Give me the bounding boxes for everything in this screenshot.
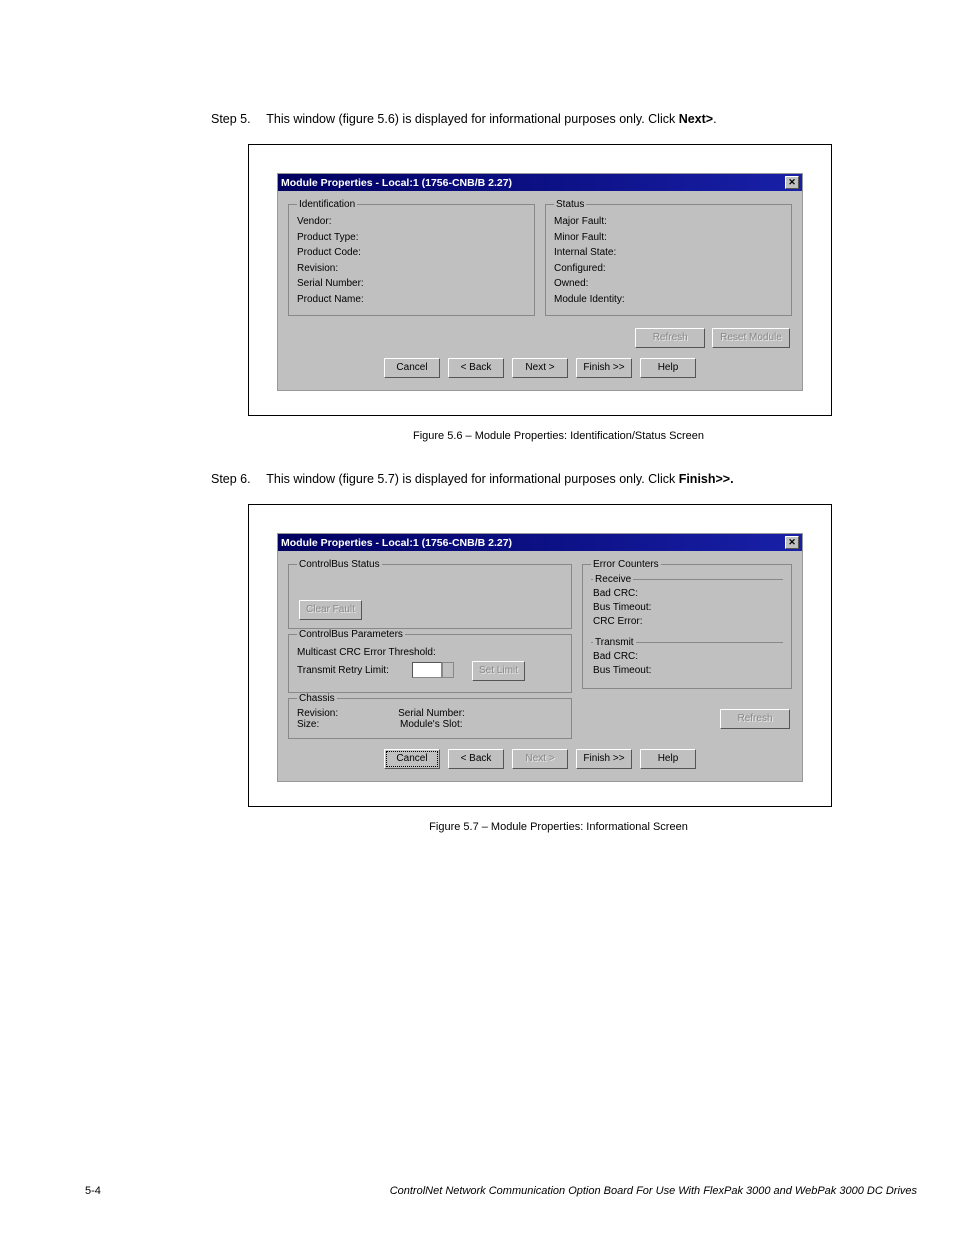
finish-button[interactable]: Finish >> bbox=[576, 358, 632, 378]
error-counters-legend: Error Counters bbox=[591, 559, 661, 570]
tx-bad-crc-label: Bad CRC: bbox=[593, 650, 781, 664]
wizard-button-row: Cancel < Back Next > Finish >> Help bbox=[288, 739, 792, 771]
error-counters-group: Error Counters Receive Bad CRC: Bus Time… bbox=[582, 559, 792, 689]
help-button[interactable]: Help bbox=[640, 749, 696, 769]
status-group: Status Major Fault: Minor Fault: Interna… bbox=[545, 199, 792, 316]
controlbus-status-group: ControlBus Status Clear Fault bbox=[288, 559, 572, 629]
configured-label: Configured: bbox=[554, 261, 783, 277]
close-icon[interactable]: ✕ bbox=[785, 536, 799, 549]
product-name-label: Product Name: bbox=[297, 292, 526, 308]
transmit-group: Transmit Bad CRC: Bus Timeout: bbox=[591, 637, 783, 684]
chassis-legend: Chassis bbox=[297, 693, 337, 704]
page-footer: 5-4 ControlNet Network Communication Opt… bbox=[85, 1185, 917, 1197]
controlbus-parameters-legend: ControlBus Parameters bbox=[297, 629, 405, 640]
minor-fault-label: Minor Fault: bbox=[554, 230, 783, 246]
product-code-label: Product Code: bbox=[297, 245, 526, 261]
window-title: Module Properties - Local:1 (1756-CNB/B … bbox=[281, 537, 512, 549]
chassis-slot-label: Module's Slot: bbox=[400, 719, 463, 730]
rx-bad-crc-label: Bad CRC: bbox=[593, 587, 781, 601]
chassis-size-label: Size: bbox=[297, 719, 340, 730]
chassis-group: Chassis Revision: Serial Number: Size: M… bbox=[288, 693, 572, 739]
receive-legend: Receive bbox=[593, 574, 633, 585]
chassis-serial-label: Serial Number: bbox=[398, 708, 465, 719]
back-button[interactable]: < Back bbox=[448, 358, 504, 378]
figure-5-7-frame: Module Properties - Local:1 (1756-CNB/B … bbox=[248, 504, 832, 807]
cancel-button[interactable]: Cancel bbox=[384, 749, 440, 769]
controlbus-parameters-group: ControlBus Parameters Multicast CRC Erro… bbox=[288, 629, 572, 693]
internal-state-label: Internal State: bbox=[554, 245, 783, 261]
status-legend: Status bbox=[554, 199, 586, 210]
refresh-button[interactable]: Refresh bbox=[720, 709, 790, 729]
figure-5-6-caption: Figure 5.6 – Module Properties: Identifi… bbox=[248, 430, 869, 442]
refresh-row: Refresh bbox=[582, 709, 792, 729]
tx-bus-timeout-label: Bus Timeout: bbox=[593, 664, 781, 678]
figure-5-6-frame: Module Properties - Local:1 (1756-CNB/B … bbox=[248, 144, 832, 416]
step5-text: Step 5. This window (figure 5.6) is disp… bbox=[85, 112, 869, 126]
titlebar: Module Properties - Local:1 (1756-CNB/B … bbox=[278, 174, 802, 191]
refresh-reset-row: Refresh Reset Module bbox=[288, 328, 792, 348]
major-fault-label: Major Fault: bbox=[554, 214, 783, 230]
cancel-button[interactable]: Cancel bbox=[384, 358, 440, 378]
module-identity-label: Module Identity: bbox=[554, 292, 783, 308]
retry-limit-label: Transmit Retry Limit: bbox=[297, 665, 389, 676]
refresh-button[interactable]: Refresh bbox=[635, 328, 705, 348]
back-button[interactable]: < Back bbox=[448, 749, 504, 769]
reset-module-button[interactable]: Reset Module bbox=[712, 328, 790, 348]
set-limit-button[interactable]: Set Limit bbox=[472, 661, 525, 681]
owned-label: Owned: bbox=[554, 276, 783, 292]
revision-label: Revision: bbox=[297, 261, 526, 277]
receive-group: Receive Bad CRC: Bus Timeout: CRC Error: bbox=[591, 574, 783, 635]
rx-bus-timeout-label: Bus Timeout: bbox=[593, 601, 781, 615]
close-icon[interactable]: ✕ bbox=[785, 176, 799, 189]
identification-legend: Identification bbox=[297, 199, 357, 210]
controlbus-status-legend: ControlBus Status bbox=[297, 559, 382, 570]
step6-text: Step 6. This window (figure 5.7) is disp… bbox=[85, 472, 869, 486]
clear-fault-button[interactable]: Clear Fault bbox=[299, 600, 362, 620]
product-type-label: Product Type: bbox=[297, 230, 526, 246]
next-button[interactable]: Next > bbox=[512, 749, 568, 769]
dialog-module-properties-1: Module Properties - Local:1 (1756-CNB/B … bbox=[277, 173, 803, 391]
page-number: 5-4 bbox=[85, 1185, 101, 1197]
wizard-button-row: Cancel < Back Next > Finish >> Help bbox=[288, 348, 792, 380]
finish-button[interactable]: Finish >> bbox=[576, 749, 632, 769]
transmit-legend: Transmit bbox=[593, 637, 636, 648]
figure-5-7-caption: Figure 5.7 – Module Properties: Informat… bbox=[248, 821, 869, 833]
vendor-label: Vendor: bbox=[297, 214, 526, 230]
mcrc-label: Multicast CRC Error Threshold: bbox=[297, 647, 436, 658]
next-button[interactable]: Next > bbox=[512, 358, 568, 378]
serial-number-label: Serial Number: bbox=[297, 276, 526, 292]
dialog-module-properties-2: Module Properties - Local:1 (1756-CNB/B … bbox=[277, 533, 803, 782]
rx-crc-error-label: CRC Error: bbox=[593, 615, 781, 629]
doc-title: ControlNet Network Communication Option … bbox=[390, 1185, 917, 1197]
help-button[interactable]: Help bbox=[640, 358, 696, 378]
window-title: Module Properties - Local:1 (1756-CNB/B … bbox=[281, 177, 512, 189]
retry-limit-input[interactable] bbox=[412, 662, 442, 678]
titlebar: Module Properties - Local:1 (1756-CNB/B … bbox=[278, 534, 802, 551]
chassis-revision-label: Revision: bbox=[297, 708, 338, 719]
retry-limit-spinner[interactable] bbox=[442, 662, 454, 678]
identification-group: Identification Vendor: Product Type: Pro… bbox=[288, 199, 535, 316]
